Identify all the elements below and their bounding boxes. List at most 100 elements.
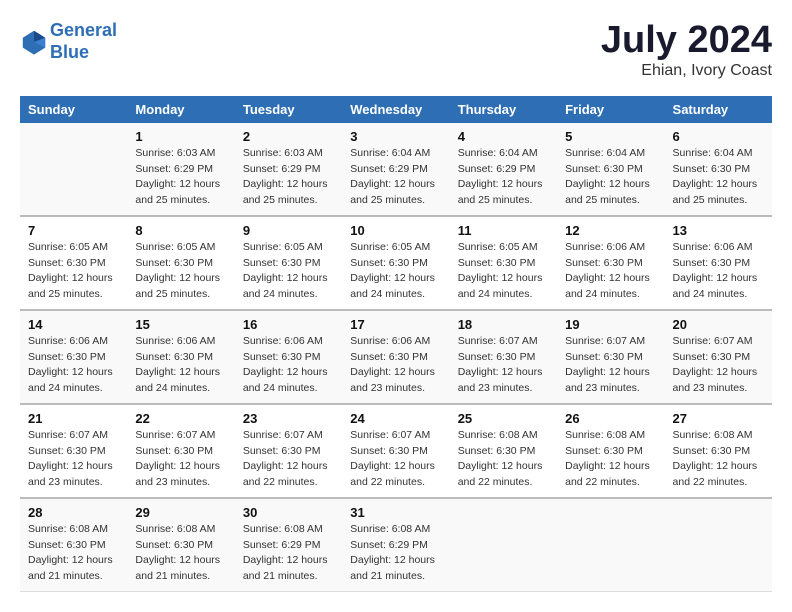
day-info: Sunrise: 6:07 AMSunset: 6:30 PMDaylight:… xyxy=(673,334,764,397)
day-of-week-header: Sunday xyxy=(20,96,127,123)
day-info: Sunrise: 6:07 AMSunset: 6:30 PMDaylight:… xyxy=(135,428,226,491)
day-number: 3 xyxy=(350,129,441,144)
day-info: Sunrise: 6:07 AMSunset: 6:30 PMDaylight:… xyxy=(565,334,656,397)
day-info: Sunrise: 6:06 AMSunset: 6:30 PMDaylight:… xyxy=(565,240,656,303)
day-number: 19 xyxy=(565,317,656,332)
day-number: 10 xyxy=(350,223,441,238)
calendar-cell: 22Sunrise: 6:07 AMSunset: 6:30 PMDayligh… xyxy=(127,404,234,498)
calendar-cell: 10 Sunrise: 6:05 AMSunset: 6:30 PMDayligh… xyxy=(342,216,449,310)
day-info: Sunrise: 6:07 AMSunset: 6:30 PMDaylight:… xyxy=(28,428,119,491)
day-of-week-header: Saturday xyxy=(665,96,772,123)
day-number: 1 xyxy=(135,129,226,144)
day-info: Sunrise: 6:05 AMSunset: 6:30 PMDaylight:… xyxy=(350,240,441,303)
day-number: 12 xyxy=(565,223,656,238)
calendar-cell: 28Sunrise: 6:08 AMSunset: 6:30 PMDayligh… xyxy=(20,498,127,592)
day-number: 11 xyxy=(458,223,549,238)
day-of-week-header: Wednesday xyxy=(342,96,449,123)
calendar-cell: 15Sunrise: 6:06 AMSunset: 6:30 PMDayligh… xyxy=(127,310,234,404)
day-info: Sunrise: 6:07 AMSunset: 6:30 PMDaylight:… xyxy=(350,428,441,491)
calendar-week-row: 28 Sunrise: 6:08 AMSunset: 6:30 PMDayligh… xyxy=(20,498,772,592)
logo-line2: Blue xyxy=(50,42,89,62)
calendar-cell: 11 Sunrise: 6:05 AMSunset: 6:30 PMDayligh… xyxy=(450,216,557,310)
day-number: 28 xyxy=(28,505,119,520)
calendar-week-row: 1 Sunrise: 6:03 AMSunset: 6:29 PMDaylight… xyxy=(20,123,772,216)
calendar-cell: 1 Sunrise: 6:03 AMSunset: 6:29 PMDaylight… xyxy=(127,123,234,216)
day-number: 5 xyxy=(565,129,656,144)
calendar-cell xyxy=(557,498,664,592)
title-block: July 2024 Ehian, Ivory Coast xyxy=(601,20,772,80)
location: Ehian, Ivory Coast xyxy=(601,62,772,80)
day-number: 31 xyxy=(350,505,441,520)
calendar-cell: 12 Sunrise: 6:06 AMSunset: 6:30 PMDayligh… xyxy=(557,216,664,310)
calendar-table: SundayMondayTuesdayWednesdayThursdayFrid… xyxy=(20,96,772,592)
day-number: 29 xyxy=(135,505,226,520)
day-number: 25 xyxy=(458,411,549,426)
day-number: 18 xyxy=(458,317,549,332)
calendar-cell: 13Sunrise: 6:06 AMSunset: 6:30 PMDayligh… xyxy=(665,216,772,310)
logo-text: General Blue xyxy=(50,20,117,63)
calendar-cell: 20 Sunrise: 6:07 AMSunset: 6:30 PMDayligh… xyxy=(665,310,772,404)
day-number: 2 xyxy=(243,129,334,144)
calendar-cell: 16 Sunrise: 6:06 AMSunset: 6:30 PMDayligh… xyxy=(235,310,342,404)
day-info: Sunrise: 6:05 AMSunset: 6:30 PMDaylight:… xyxy=(28,240,119,303)
calendar-cell: 7 Sunrise: 6:05 AMSunset: 6:30 PMDaylight… xyxy=(20,216,127,310)
calendar-cell: 17Sunrise: 6:06 AMSunset: 6:30 PMDayligh… xyxy=(342,310,449,404)
calendar-week-row: 14Sunrise: 6:06 AMSunset: 6:30 PMDayligh… xyxy=(20,310,772,404)
calendar-cell: 31Sunrise: 6:08 AMSunset: 6:29 PMDayligh… xyxy=(342,498,449,592)
day-number: 23 xyxy=(243,411,334,426)
day-info: Sunrise: 6:05 AMSunset: 6:30 PMDaylight:… xyxy=(243,240,334,303)
calendar-cell: 9 Sunrise: 6:05 AMSunset: 6:30 PMDaylight… xyxy=(235,216,342,310)
day-info: Sunrise: 6:06 AMSunset: 6:30 PMDaylight:… xyxy=(28,334,119,397)
day-info: Sunrise: 6:08 AMSunset: 6:29 PMDaylight:… xyxy=(243,522,334,585)
day-of-week-header: Thursday xyxy=(450,96,557,123)
day-number: 20 xyxy=(673,317,764,332)
day-number: 8 xyxy=(135,223,226,238)
day-info: Sunrise: 6:08 AMSunset: 6:30 PMDaylight:… xyxy=(135,522,226,585)
header-row: SundayMondayTuesdayWednesdayThursdayFrid… xyxy=(20,96,772,123)
day-info: Sunrise: 6:06 AMSunset: 6:30 PMDaylight:… xyxy=(243,334,334,397)
day-info: Sunrise: 6:04 AMSunset: 6:29 PMDaylight:… xyxy=(458,146,549,209)
day-number: 9 xyxy=(243,223,334,238)
calendar-cell: 21Sunrise: 6:07 AMSunset: 6:30 PMDayligh… xyxy=(20,404,127,498)
calendar-cell: 30 Sunrise: 6:08 AMSunset: 6:29 PMDayligh… xyxy=(235,498,342,592)
day-number: 4 xyxy=(458,129,549,144)
calendar-cell: 8Sunrise: 6:05 AMSunset: 6:30 PMDaylight… xyxy=(127,216,234,310)
logo-icon xyxy=(20,28,48,56)
day-info: Sunrise: 6:04 AMSunset: 6:30 PMDaylight:… xyxy=(565,146,656,209)
day-number: 30 xyxy=(243,505,334,520)
day-number: 6 xyxy=(673,129,764,144)
calendar-cell xyxy=(20,123,127,216)
day-info: Sunrise: 6:08 AMSunset: 6:30 PMDaylight:… xyxy=(565,428,656,491)
day-info: Sunrise: 6:08 AMSunset: 6:30 PMDaylight:… xyxy=(458,428,549,491)
calendar-cell xyxy=(450,498,557,592)
month-title: July 2024 xyxy=(601,20,772,62)
day-number: 26 xyxy=(565,411,656,426)
calendar-cell: 19 Sunrise: 6:07 AMSunset: 6:30 PMDayligh… xyxy=(557,310,664,404)
day-info: Sunrise: 6:04 AMSunset: 6:29 PMDaylight:… xyxy=(350,146,441,209)
day-number: 27 xyxy=(673,411,764,426)
calendar-cell: 25 Sunrise: 6:08 AMSunset: 6:30 PMDayligh… xyxy=(450,404,557,498)
calendar-cell: 27Sunrise: 6:08 AMSunset: 6:30 PMDayligh… xyxy=(665,404,772,498)
logo-line1: General xyxy=(50,20,117,40)
calendar-cell: 26 Sunrise: 6:08 AMSunset: 6:30 PMDayligh… xyxy=(557,404,664,498)
day-number: 16 xyxy=(243,317,334,332)
day-info: Sunrise: 6:03 AMSunset: 6:29 PMDaylight:… xyxy=(135,146,226,209)
day-number: 17 xyxy=(350,317,441,332)
day-info: Sunrise: 6:05 AMSunset: 6:30 PMDaylight:… xyxy=(458,240,549,303)
calendar-cell: 24 Sunrise: 6:07 AMSunset: 6:30 PMDayligh… xyxy=(342,404,449,498)
day-of-week-header: Friday xyxy=(557,96,664,123)
day-info: Sunrise: 6:06 AMSunset: 6:30 PMDaylight:… xyxy=(673,240,764,303)
calendar-cell: 14Sunrise: 6:06 AMSunset: 6:30 PMDayligh… xyxy=(20,310,127,404)
day-number: 24 xyxy=(350,411,441,426)
day-number: 7 xyxy=(28,223,119,238)
calendar-cell: 2 Sunrise: 6:03 AMSunset: 6:29 PMDaylight… xyxy=(235,123,342,216)
calendar-cell: 23Sunrise: 6:07 AMSunset: 6:30 PMDayligh… xyxy=(235,404,342,498)
calendar-cell: 3 Sunrise: 6:04 AMSunset: 6:29 PMDaylight… xyxy=(342,123,449,216)
calendar-cell: 5 Sunrise: 6:04 AMSunset: 6:30 PMDaylight… xyxy=(557,123,664,216)
calendar-cell: 4 Sunrise: 6:04 AMSunset: 6:29 PMDaylight… xyxy=(450,123,557,216)
day-info: Sunrise: 6:04 AMSunset: 6:30 PMDaylight:… xyxy=(673,146,764,209)
logo: General Blue xyxy=(20,20,117,63)
calendar-week-row: 21Sunrise: 6:07 AMSunset: 6:30 PMDayligh… xyxy=(20,404,772,498)
calendar-week-row: 7 Sunrise: 6:05 AMSunset: 6:30 PMDaylight… xyxy=(20,216,772,310)
day-info: Sunrise: 6:03 AMSunset: 6:29 PMDaylight:… xyxy=(243,146,334,209)
